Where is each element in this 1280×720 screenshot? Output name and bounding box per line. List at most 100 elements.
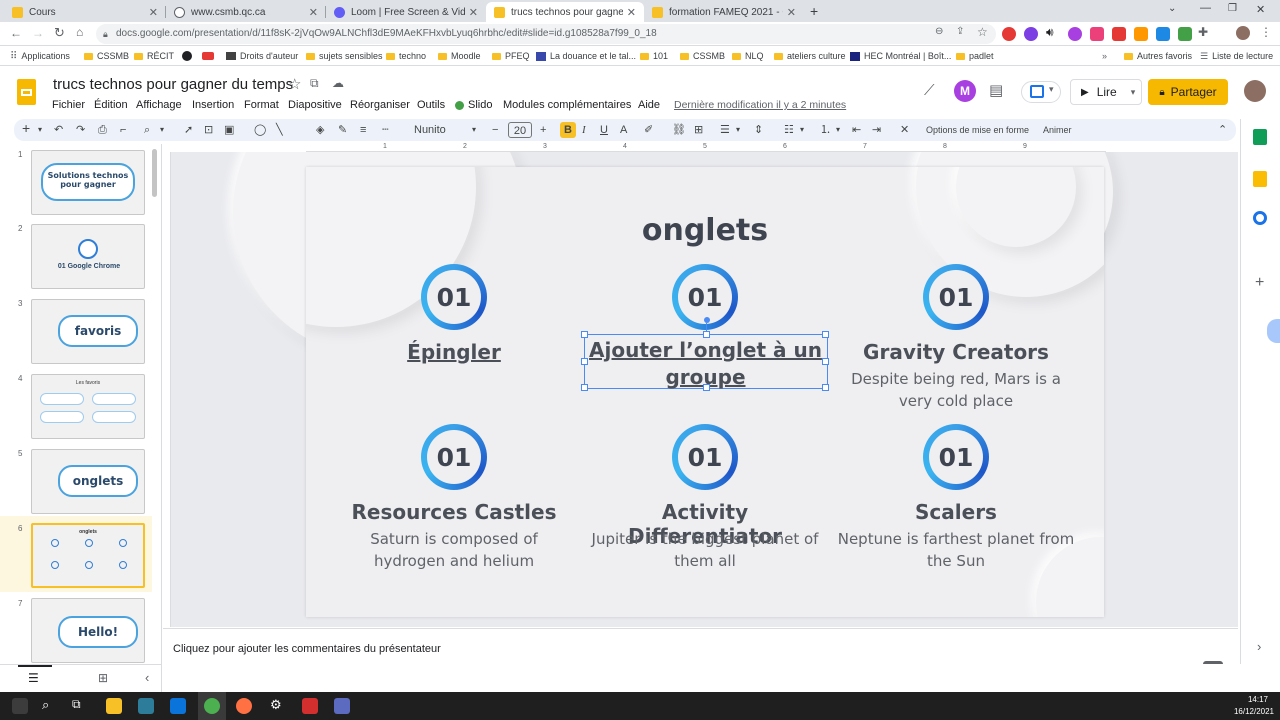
activity-trend-icon[interactable]: ⟋	[924, 82, 935, 99]
present-button[interactable]: ▶ Lire ▾	[1070, 79, 1142, 105]
bookmark-cssmb[interactable]: CSSMB	[84, 46, 129, 66]
item-heading[interactable]: Resources Castles	[334, 500, 574, 524]
close-tab-icon[interactable]: ✕	[469, 6, 478, 19]
bookmark-nlq[interactable]: NLQ	[732, 46, 764, 66]
zoom-icon[interactable]: ⊖	[935, 26, 943, 37]
vertical-ruler[interactable]	[163, 152, 171, 627]
maximize-icon[interactable]: ❐	[1228, 3, 1237, 14]
home-icon[interactable]: ⌂	[76, 25, 83, 39]
slide-thumbnail-2[interactable]: 01 Google Chrome	[31, 224, 145, 289]
windows-start-icon[interactable]	[12, 698, 28, 714]
bookmark-moodle[interactable]: Moodle	[438, 46, 481, 66]
menu-insertion[interactable]: Insertion	[192, 99, 234, 111]
insert-comment-icon[interactable]: ⊞	[694, 122, 703, 138]
bold-icon[interactable]: B	[560, 122, 576, 138]
slide-title[interactable]: onglets	[306, 213, 1104, 248]
extension-green-icon[interactable]	[1178, 27, 1192, 41]
collapse-toolbar-icon[interactable]: ⌃	[1218, 122, 1227, 138]
mote-extension-icon[interactable]: M	[954, 80, 976, 102]
bookmark-google[interactable]	[182, 46, 192, 66]
extension-orange-icon[interactable]	[1134, 27, 1148, 41]
menu-affichage[interactable]: Affichage	[136, 99, 182, 111]
bookmark-droits-auteur[interactable]: Droits d'auteur	[226, 46, 298, 66]
font-size-decrease-icon[interactable]: −	[492, 122, 498, 138]
meet-button[interactable]: ▾	[1021, 81, 1061, 103]
back-icon[interactable]: ←	[10, 26, 22, 40]
resize-handle[interactable]	[822, 384, 829, 391]
microphone-icon[interactable]	[1267, 319, 1280, 343]
comments-icon[interactable]: ▤	[989, 81, 1003, 99]
close-window-icon[interactable]: ✕	[1256, 3, 1265, 16]
highlight-icon[interactable]: ✐	[644, 122, 653, 138]
speaker-notes-placeholder[interactable]: Cliquez pour ajouter les commentaires du…	[173, 643, 441, 655]
slide-thumbnail-3[interactable]: favoris	[31, 299, 145, 364]
filmstrip-view-icon[interactable]: ☰	[28, 671, 39, 685]
teams-icon[interactable]	[334, 698, 350, 714]
bookmark-ateliers-culture[interactable]: ateliers culture	[774, 46, 846, 66]
redo-icon[interactable]: ↷	[76, 122, 85, 138]
border-dash-icon[interactable]: ┄	[382, 122, 389, 138]
chevron-down-icon[interactable]: ▾	[800, 122, 804, 138]
decrease-indent-icon[interactable]: ⇤	[852, 122, 861, 138]
close-tab-icon[interactable]: ✕	[627, 6, 636, 19]
item-description[interactable]: Jupiter is the biggest planet of them al…	[585, 528, 825, 572]
slide[interactable]: onglets 01 Épingler 01 Ajouter l’onglet …	[306, 167, 1104, 617]
bookmark-douance[interactable]: La douance et le tal...	[536, 46, 636, 66]
bookmark-hec[interactable]: HEC Montréal | Boît...	[850, 46, 951, 66]
share-button[interactable]: 🔒︎ Partager	[1148, 79, 1228, 105]
minimize-icon[interactable]: —	[1200, 2, 1211, 14]
bookmark-recit[interactable]: RÉCIT	[134, 46, 174, 66]
slide-thumbnail-7[interactable]: Hello!	[31, 598, 145, 663]
chevron-down-icon[interactable]: ▾	[836, 122, 840, 138]
border-color-icon[interactable]: ✎	[338, 122, 347, 138]
resize-handle[interactable]	[581, 331, 588, 338]
resize-handle[interactable]	[703, 384, 710, 391]
account-avatar[interactable]	[1244, 80, 1266, 102]
bookmark-sujets-sensibles[interactable]: sujets sensibles	[306, 46, 383, 66]
bookmark-autres-favoris[interactable]: Autres favoris	[1124, 46, 1192, 66]
extension-m-icon[interactable]	[1068, 27, 1082, 41]
forward-icon[interactable]: →	[32, 26, 44, 40]
profile-avatar[interactable]	[1236, 26, 1250, 40]
clear-formatting-icon[interactable]: ✕	[900, 122, 909, 138]
format-options-button[interactable]: Options de mise en forme	[926, 122, 1029, 138]
fill-color-icon[interactable]: ◈	[316, 122, 324, 138]
speaker-notes[interactable]: Cliquez pour ajouter les commentaires du…	[163, 628, 1238, 681]
browser-tab-trucs-technos[interactable]: trucs technos pour gagner du te✕	[486, 2, 644, 22]
increase-indent-icon[interactable]: ⇥	[872, 122, 881, 138]
menu-slido[interactable]: Slido	[455, 99, 492, 111]
slide-thumbnail-5[interactable]: onglets	[31, 449, 145, 514]
url-input[interactable]: 🔒︎ docs.google.com/presentation/d/11f8sK…	[96, 24, 996, 44]
font-size-input[interactable]: 20	[508, 122, 532, 138]
last-edit-link[interactable]: Dernière modification il y a 2 minutes	[674, 99, 846, 111]
line-spacing-icon[interactable]: ⇕	[754, 122, 763, 138]
star-icon[interactable]: ☆	[288, 75, 301, 93]
line-icon[interactable]: ╲	[276, 122, 283, 138]
item-heading[interactable]: Scalers	[836, 500, 1076, 524]
browser-tab-csmb[interactable]: www.csmb.qc.ca ✕	[166, 2, 326, 22]
bookmark-youtube[interactable]	[202, 46, 214, 66]
bulleted-list-icon[interactable]: ☷	[784, 122, 794, 138]
tab-search-icon[interactable]: ⌄	[1168, 3, 1176, 14]
menu-diapositive[interactable]: Diapositive	[288, 99, 342, 111]
extension-red-icon[interactable]	[1002, 27, 1016, 41]
browser-menu-icon[interactable]: ⋮	[1260, 25, 1272, 39]
zoom-icon[interactable]: ⌕	[144, 122, 150, 138]
bookmark-pfeq[interactable]: PFEQ	[492, 46, 530, 66]
speaker-icon[interactable]: 🔊︎	[1046, 25, 1054, 40]
resize-handle[interactable]	[822, 331, 829, 338]
shape-icon[interactable]: ◯	[254, 122, 266, 138]
tasks-icon[interactable]	[1253, 211, 1267, 225]
expand-panel-icon[interactable]: ›	[1257, 639, 1261, 654]
document-title[interactable]: trucs technos pour gagner du temps	[53, 76, 293, 93]
italic-icon[interactable]: I	[582, 122, 586, 138]
chevron-down-icon[interactable]: ▾	[38, 122, 42, 138]
extension-pink-icon[interactable]	[1090, 27, 1104, 41]
sheets-icon[interactable]	[1253, 129, 1267, 145]
search-icon[interactable]: ⌕	[42, 697, 49, 713]
menu-aide[interactable]: Aide	[638, 99, 660, 111]
slides-logo-icon[interactable]	[17, 79, 36, 105]
text-box-icon[interactable]: ⊡	[204, 122, 213, 138]
item-heading[interactable]: Épingler	[334, 340, 574, 364]
print-icon[interactable]: ⎙	[98, 122, 107, 138]
